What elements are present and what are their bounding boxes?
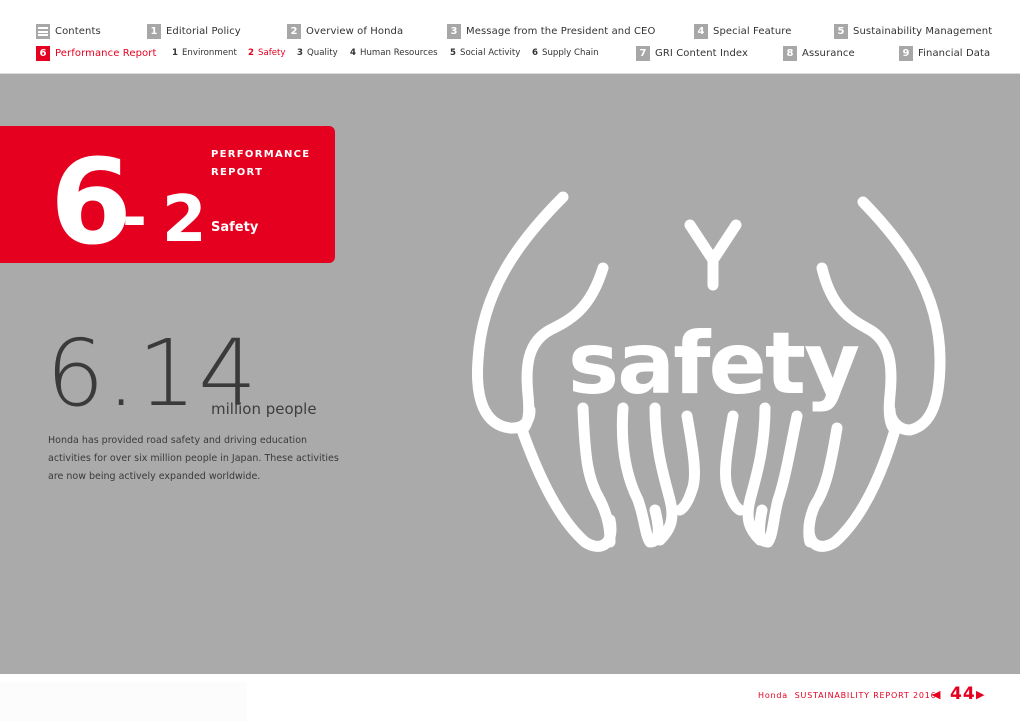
subnav-label: Environment [181,48,237,58]
right-finger-4 [720,410,746,516]
subnav-label: Safety [257,48,286,58]
section-label-line2: REPORT [211,167,264,178]
nav-editorial-policy[interactable]: 1 Editorial Policy [147,24,241,39]
subnav-number: 1 [172,48,178,58]
nav-message[interactable]: 3 Message from the President and CEO [447,24,655,39]
nav-special-feature[interactable]: 4 Special Feature [694,24,792,39]
stat-description: Honda has provided road safety and drivi… [48,435,339,482]
nav-performance-report[interactable]: 6 Performance Report [36,46,157,61]
thumb-y-left [684,219,719,266]
chapter-dash: - [122,183,147,253]
nav-badge: 4 [694,24,708,39]
nav-label: Performance Report [55,48,157,59]
nav-label: Special Feature [713,26,792,37]
subnav-number: 5 [450,48,456,58]
footer-report-title: Honda SUSTAINABILITY REPORT 2016 [758,691,937,700]
page-number: 44 [950,684,976,704]
footer-blank-area [0,682,247,721]
illustration-word: safety [568,314,859,414]
nav-badge: 1 [147,24,161,39]
nav-badge: 8 [783,46,797,61]
left-hand-outer [471,191,569,434]
nav-gri-content-index[interactable]: 7 GRI Content Index [636,46,748,61]
nav-label: Contents [55,26,101,37]
subnav-label: Social Activity [459,48,521,58]
nav-badge: 6 [36,46,50,61]
subnav-environment[interactable]: 1 Environment [172,48,237,58]
nav-badge: 2 [287,24,301,39]
nav-label: Financial Data [918,48,991,59]
nav-label: Editorial Policy [166,26,241,37]
subnav-number: 3 [297,48,303,58]
menu-icon [36,24,50,39]
nav-sustainability-management[interactable]: 5 Sustainability Management [834,24,992,39]
nav-badge: 3 [447,24,461,39]
prev-page-icon[interactable]: ◀ [932,688,940,701]
section-title: Safety [211,220,259,235]
hands-holding-icon: safety [471,191,946,552]
thumb-y-right [707,219,742,291]
nav-label: Message from the President and CEO [466,26,656,37]
right-hand-outer [857,196,946,436]
left-finger-1 [577,402,616,548]
subnav-label: Human Resources [359,48,438,58]
subnav-label: Quality [306,48,338,58]
subnav-quality[interactable]: 3 Quality [297,48,338,58]
stat-unit: million people [211,400,317,418]
subnav-label: Supply Chain [541,48,599,58]
nav-overview[interactable]: 2 Overview of Honda [287,24,403,39]
subnav-human-resources[interactable]: 4 Human Resources [350,48,438,58]
nav-label: Assurance [802,48,855,59]
nav-label: Sustainability Management [853,26,993,37]
nav-contents[interactable]: Contents [36,24,101,39]
footer-brand: Honda [758,691,788,700]
section-label-line1: PERFORMANCE [211,149,311,160]
right-finger-1 [803,422,843,548]
subnav-number: 2 [248,48,254,58]
nav-label: GRI Content Index [655,48,749,59]
nav-assurance[interactable]: 8 Assurance [783,46,855,61]
next-page-icon[interactable]: ▶ [976,688,984,701]
subnav-number: 4 [350,48,356,58]
subnav-safety[interactable]: 2 Safety [248,48,285,58]
subnav-supply-chain[interactable]: 6 Supply Chain [532,48,599,58]
nav-label: Overview of Honda [306,26,404,37]
nav-badge: 7 [636,46,650,61]
subnav-social-activity[interactable]: 5 Social Activity [450,48,520,58]
nav-badge: 5 [834,24,848,39]
footer-report-name: SUSTAINABILITY REPORT 2016 [794,691,937,700]
section-number: 2 [162,183,207,257]
top-navigation: Contents 1 Editorial Policy 2 Overview o… [0,0,1020,73]
subnav-number: 6 [532,48,538,58]
nav-badge: 9 [899,46,913,61]
left-finger-4 [674,410,700,516]
nav-financial-data[interactable]: 9 Financial Data [899,46,990,61]
chapter-number: 6 [50,133,132,271]
